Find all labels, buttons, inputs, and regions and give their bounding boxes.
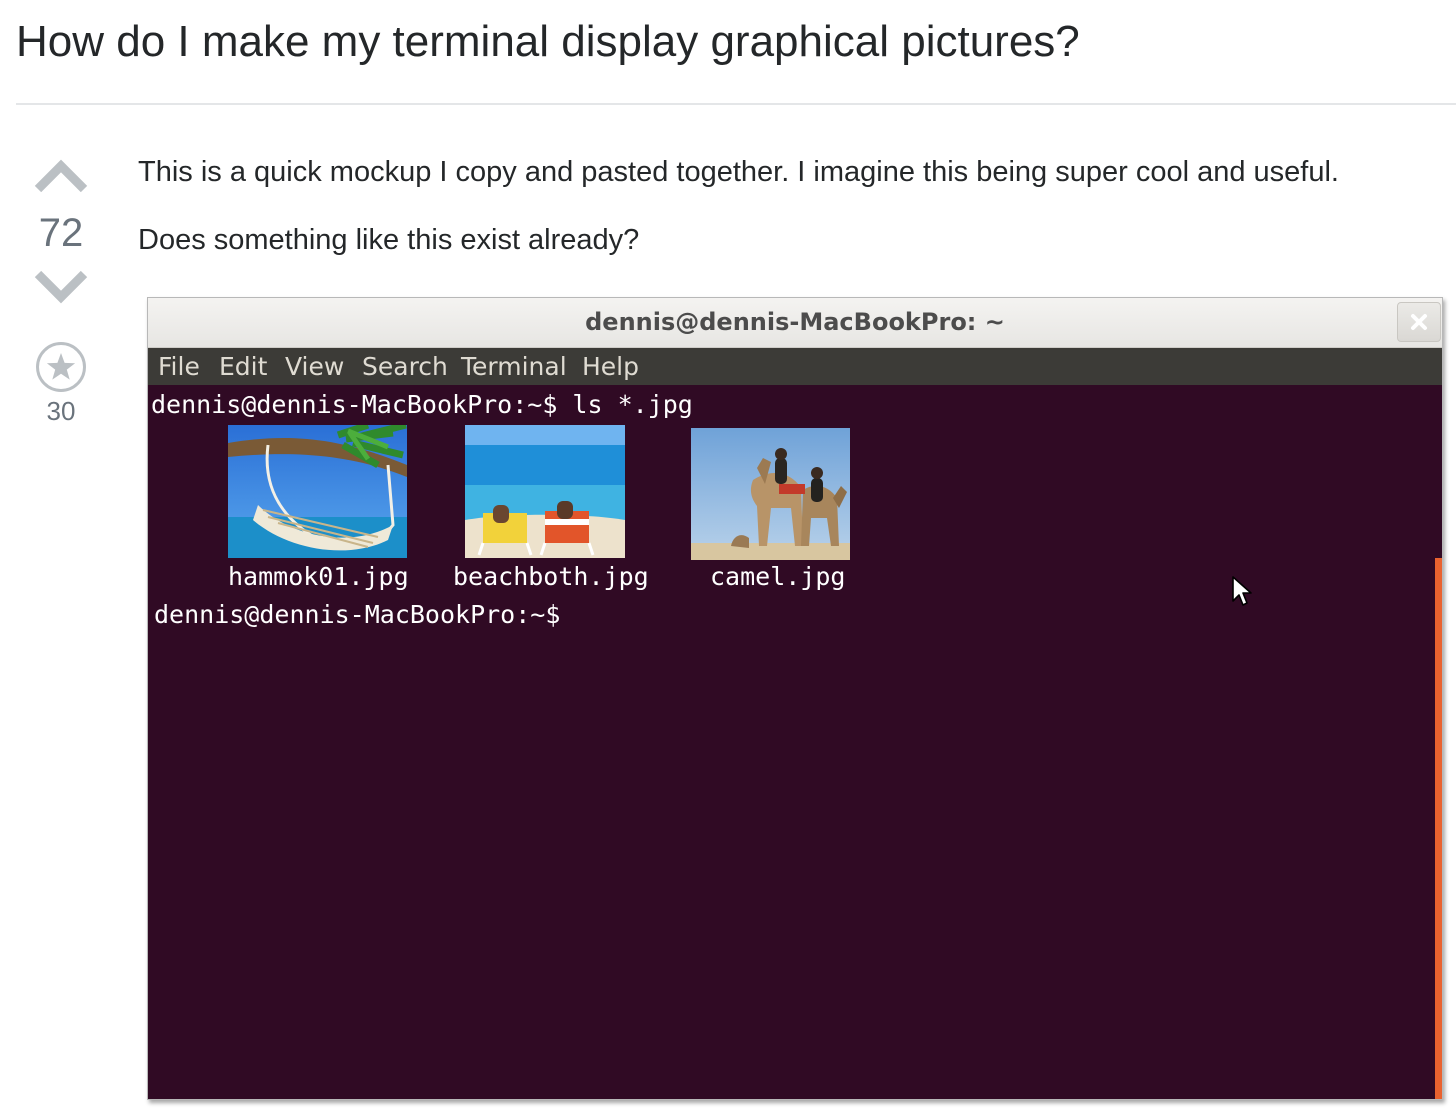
terminal-mockup-image: dennis@dennis-MacBookPro: ~ File Edit Vi… xyxy=(147,297,1443,1100)
downvote-arrow-icon xyxy=(34,270,88,304)
menu-view[interactable]: View xyxy=(285,351,344,383)
terminal-menubar: File Edit View Search Terminal Help xyxy=(148,348,1442,385)
body-paragraph: This is a quick mockup I copy and pasted… xyxy=(138,156,1339,188)
title-divider xyxy=(16,103,1456,105)
terminal-prompt-line: dennis@dennis-MacBookPro:~$ xyxy=(154,600,561,629)
hammock-thumbnail xyxy=(228,425,407,558)
beach-chairs-thumbnail xyxy=(465,425,625,558)
menu-terminal[interactable]: Terminal xyxy=(461,351,567,383)
upvote-arrow-icon xyxy=(34,159,88,193)
question-title: How do I make my terminal display graphi… xyxy=(16,17,1080,66)
menu-help[interactable]: Help xyxy=(582,351,639,383)
file-label-camel: camel.jpg xyxy=(710,562,846,591)
menu-file[interactable]: File xyxy=(158,351,200,383)
menu-search[interactable]: Search xyxy=(362,351,448,383)
file-label-beachboth: beachboth.jpg xyxy=(453,562,649,591)
file-label-hammok01: hammok01.jpg xyxy=(228,562,409,591)
body-paragraph: Does something like this exist already? xyxy=(138,224,640,256)
downvote-button[interactable] xyxy=(34,270,88,304)
terminal-close-button[interactable] xyxy=(1397,302,1441,342)
favorite-button[interactable] xyxy=(35,341,87,393)
mouse-pointer-icon xyxy=(1231,575,1253,609)
favorite-count: 30 xyxy=(46,396,76,426)
upvote-button[interactable] xyxy=(34,158,88,193)
terminal-command-line: dennis@dennis-MacBookPro:~$ ls *.jpg xyxy=(151,390,693,419)
camels-thumbnail xyxy=(691,428,850,560)
vote-count: 72 xyxy=(38,211,84,255)
close-icon xyxy=(1411,314,1427,330)
menu-edit[interactable]: Edit xyxy=(219,351,267,383)
terminal-scrollbar[interactable] xyxy=(1435,558,1442,1099)
terminal-window-title: dennis@dennis-MacBookPro: ~ xyxy=(585,308,1005,336)
star-icon xyxy=(36,342,86,392)
terminal-titlebar: dennis@dennis-MacBookPro: ~ xyxy=(148,298,1442,348)
